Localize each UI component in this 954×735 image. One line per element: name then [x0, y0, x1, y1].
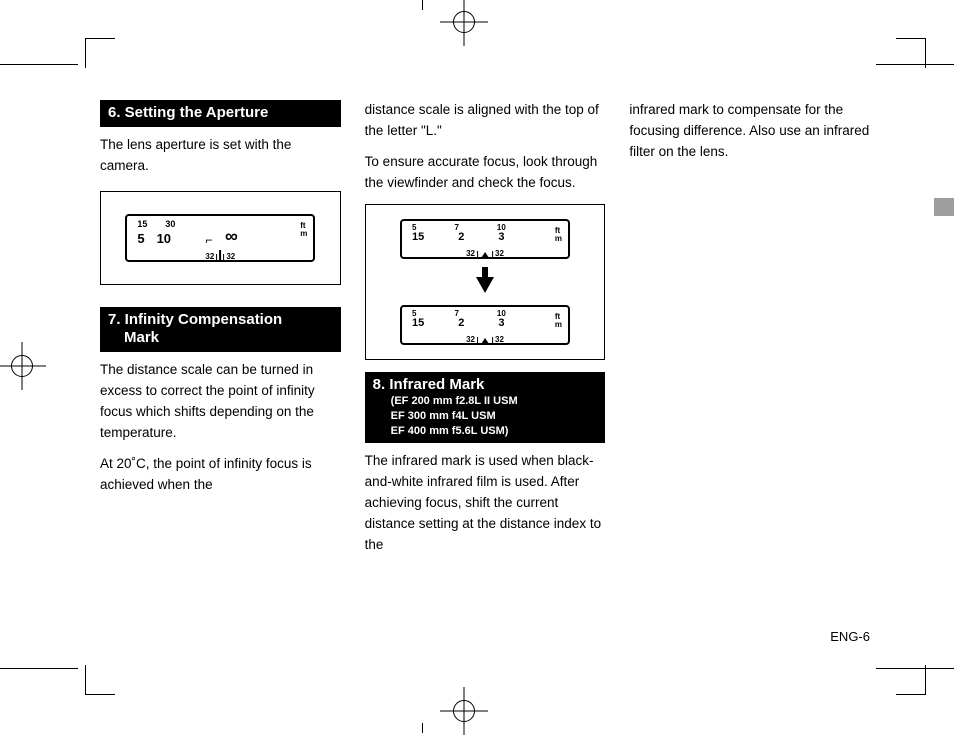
scale-m-value: 5 — [137, 231, 144, 246]
page-content: 6. Setting the Aperture The lens apertur… — [100, 100, 870, 644]
frame-corner — [85, 38, 86, 68]
scale-m-value: 10 — [157, 231, 171, 246]
depth-of-field-index: 32 32 — [205, 250, 235, 261]
page-edge-tab — [934, 198, 954, 216]
frame-corner — [896, 694, 926, 695]
crop-mark — [422, 0, 423, 10]
scale-m-value: 2 — [458, 231, 464, 243]
section-7-continuation: distance scale is aligned with the top o… — [365, 100, 606, 142]
section-7-heading: 7. Infinity Compensation Mark — [100, 307, 341, 353]
scale-units: ftm — [300, 222, 307, 238]
depth-of-field-index: 3232 — [466, 335, 504, 344]
frame-corner — [925, 38, 926, 68]
figure-infinity-compensation: 5 7 10 15 2 3 ftm 3232 — [365, 204, 606, 360]
section-7-body: The distance scale can be turned in exce… — [100, 360, 341, 444]
frame-corner — [85, 38, 115, 39]
scale-units: ftm — [555, 227, 562, 243]
register-mark — [448, 6, 480, 38]
section-8-continuation: infrared mark to compensate for the focu… — [629, 100, 870, 163]
scale-units: ftm — [555, 313, 562, 329]
crop-mark — [0, 64, 78, 65]
register-mark — [448, 695, 480, 727]
column-1: 6. Setting the Aperture The lens apertur… — [100, 100, 341, 566]
l-mark: ⌐ — [205, 233, 212, 247]
scale-m-value: 2 — [458, 317, 464, 329]
figure-aperture-scale: 15 30 5 10 ∞ ⌐ ftm 32 — [100, 191, 341, 285]
column-3: infrared mark to compensate for the focu… — [629, 100, 870, 566]
scale-m-value: 3 — [498, 231, 504, 243]
section-8-heading: 8. Infrared Mark (EF 200 mm f2.8L II USM… — [365, 372, 606, 443]
frame-corner — [925, 665, 926, 695]
crop-mark — [876, 668, 954, 669]
section-7-body: At 20˚C, the point of infinity focus is … — [100, 454, 341, 496]
section-8-body: The infrared mark is used when black-and… — [365, 451, 606, 556]
section-6-heading: 6. Setting the Aperture — [100, 100, 341, 127]
scale-m-value: 3 — [498, 317, 504, 329]
register-mark — [6, 350, 38, 382]
crop-mark — [0, 668, 78, 669]
arrow-down-icon — [476, 277, 494, 293]
depth-of-field-index: 3232 — [466, 249, 504, 258]
section-6-body: The lens aperture is set with the camera… — [100, 135, 341, 177]
distance-scale-before: 5 7 10 15 2 3 ftm 3232 — [400, 219, 570, 259]
frame-corner — [85, 665, 86, 695]
column-2: distance scale is aligned with the top o… — [365, 100, 606, 566]
crop-mark — [876, 64, 954, 65]
scale-m-value: 15 — [412, 317, 424, 329]
crop-mark — [422, 723, 423, 733]
page-number: ENG-6 — [830, 629, 870, 644]
frame-corner — [85, 694, 115, 695]
frame-corner — [896, 38, 926, 39]
scale-m-value: 15 — [412, 231, 424, 243]
distance-scale-window: 15 30 5 10 ∞ ⌐ ftm 32 — [125, 214, 315, 262]
section-7-continuation: To ensure accurate focus, look through t… — [365, 152, 606, 194]
distance-scale-after: 5 7 10 15 2 3 ftm 3232 — [400, 305, 570, 345]
infinity-symbol: ∞ — [225, 226, 238, 247]
